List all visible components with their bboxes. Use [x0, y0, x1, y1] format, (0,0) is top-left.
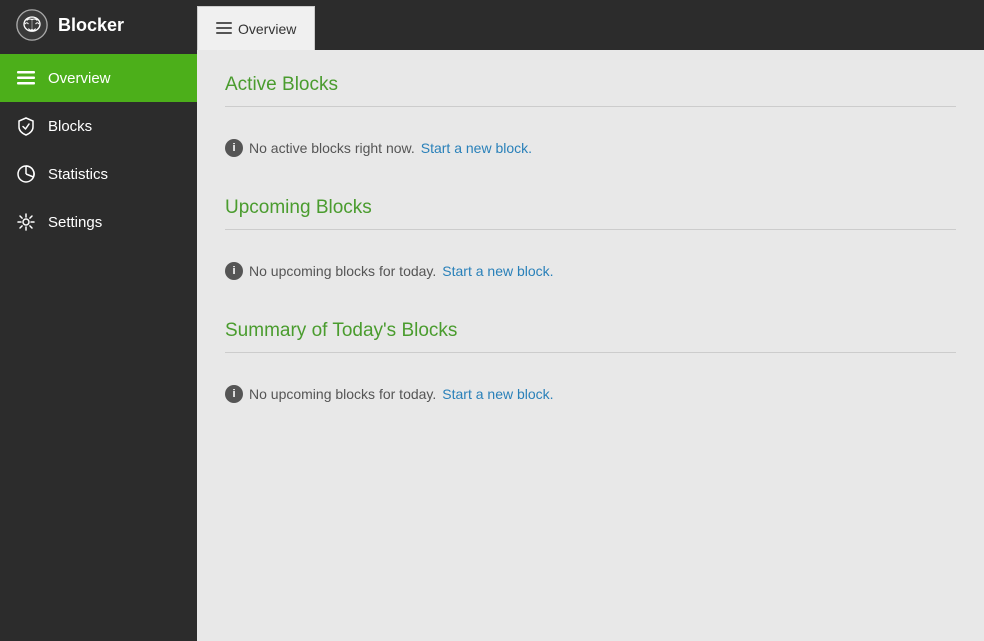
pie-icon — [16, 164, 36, 184]
sidebar-item-overview[interactable]: Overview — [0, 54, 197, 102]
summary-body: i No upcoming blocks for today. Start a … — [225, 369, 956, 411]
summary-section: Summary of Today's Blocks i No upcoming … — [225, 320, 956, 411]
sidebar-item-settings[interactable]: Settings — [0, 198, 197, 246]
brand-title: Blocker — [58, 15, 124, 36]
sidebar-item-blocks[interactable]: Blocks — [0, 102, 197, 150]
upcoming-blocks-title: Upcoming Blocks — [225, 197, 956, 219]
summary-divider — [225, 352, 956, 353]
summary-message: No upcoming blocks for today. — [249, 386, 436, 402]
active-blocks-message: No active blocks right now. — [249, 140, 415, 156]
shield-icon — [16, 116, 36, 136]
sidebar: Overview Blocks Statistics — [0, 50, 197, 641]
summary-title: Summary of Today's Blocks — [225, 320, 956, 342]
sidebar-overview-label: Overview — [48, 70, 111, 87]
upcoming-blocks-divider — [225, 229, 956, 230]
active-blocks-link[interactable]: Start a new block. — [421, 140, 532, 156]
info-icon-summary: i — [225, 385, 243, 403]
info-icon-upcoming: i — [225, 262, 243, 280]
upcoming-blocks-body: i No upcoming blocks for today. Start a … — [225, 246, 956, 288]
active-blocks-body: i No active blocks right now. Start a ne… — [225, 123, 956, 165]
overview-tab[interactable]: Overview — [197, 6, 315, 50]
active-blocks-title: Active Blocks — [225, 74, 956, 96]
list-icon — [216, 22, 232, 36]
upcoming-blocks-link[interactable]: Start a new block. — [442, 263, 553, 279]
active-blocks-divider — [225, 106, 956, 107]
upcoming-blocks-message: No upcoming blocks for today. — [249, 263, 436, 279]
brand: Blocker — [0, 9, 197, 41]
active-blocks-section: Active Blocks i No active blocks right n… — [225, 74, 956, 165]
sidebar-item-statistics[interactable]: Statistics — [0, 150, 197, 198]
sidebar-statistics-label: Statistics — [48, 166, 108, 183]
info-icon-active: i — [225, 139, 243, 157]
summary-link[interactable]: Start a new block. — [442, 386, 553, 402]
sidebar-blocks-label: Blocks — [48, 118, 92, 135]
brand-icon — [16, 9, 48, 41]
content-area: Active Blocks i No active blocks right n… — [197, 50, 984, 641]
main-layout: Overview Blocks Statistics — [0, 50, 984, 641]
tab-bar: Overview — [197, 0, 315, 50]
sidebar-settings-label: Settings — [48, 214, 102, 231]
topbar: Blocker Overview — [0, 0, 984, 50]
menu-icon — [16, 68, 36, 88]
upcoming-blocks-section: Upcoming Blocks i No upcoming blocks for… — [225, 197, 956, 288]
gear-icon — [16, 212, 36, 232]
overview-tab-label: Overview — [238, 21, 296, 37]
